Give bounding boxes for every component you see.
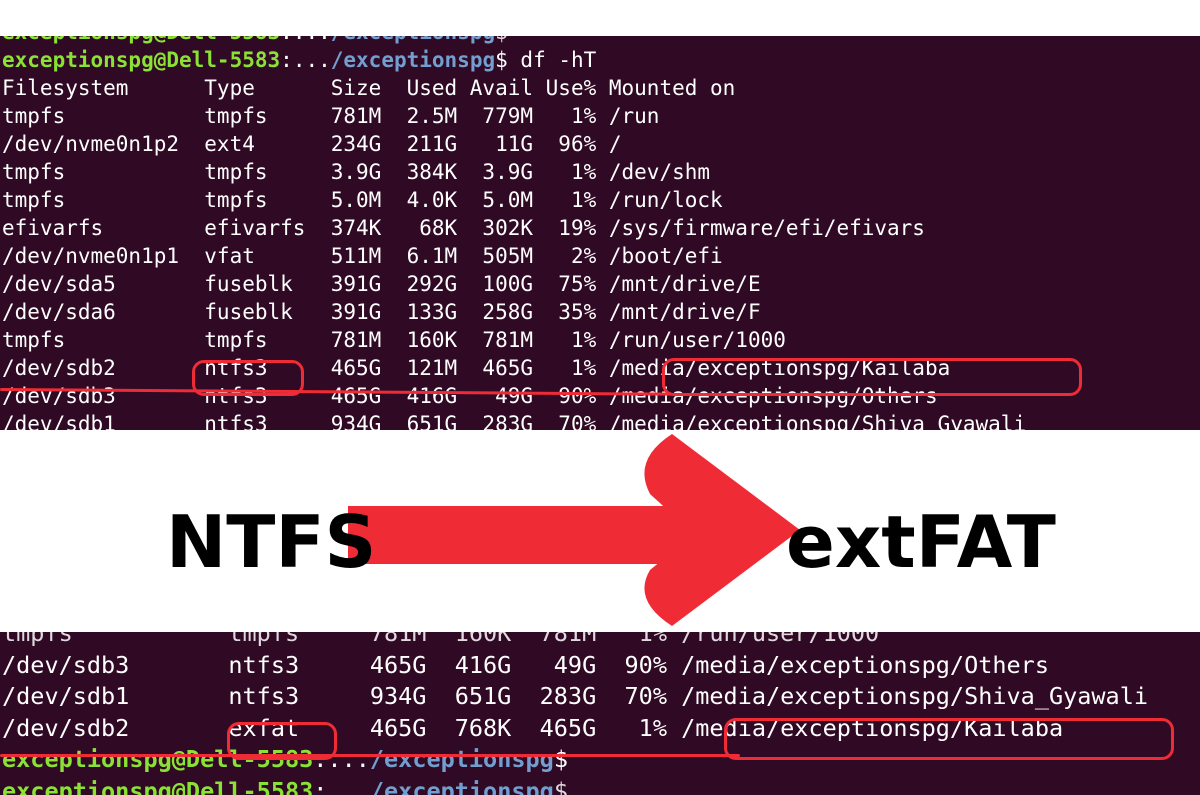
prompt-line-partial: exceptionspg@Dell-5583:.../exceptionspg$ [2,36,1026,46]
command-text: df -hT [507,48,597,72]
table-row: tmpfs tmpfs 5.0M 4.0K 5.0M 1% /run/lock [2,188,723,212]
prompt-path: /exceptionspg [369,745,554,773]
table-row: /dev/sdb3 ntfs3 465G 416G 49G 90% /media… [2,650,1049,679]
table-row: /dev/sdb1 ntfs3 934G 651G 283G 70% /medi… [2,412,1027,430]
mount-highlight-ring-top [662,358,1082,396]
prompt-symbol: $ [495,48,508,72]
table-row: tmpfs tmpfs 3.9G 384K 3.9G 1% /dev/shm [2,160,711,184]
table-row-partial: tmpfs tmpfs 781M 160K 781M 1% /run/user/… [2,632,880,647]
prompt-ellipsis: ... [292,48,331,72]
terminal-bottom: tmpfs tmpfs 781M 160K 781M 1% /run/user/… [0,632,1200,795]
terminal-bottom-content: tmpfs tmpfs 781M 160K 781M 1% /run/user/… [2,632,1148,795]
row-underline-bottom [0,754,740,757]
prompt-symbol: $ [553,745,568,773]
prompt-user: exceptionspg@Dell-5583 [2,48,281,72]
table-row: tmpfs tmpfs 781M 160K 781M 1% /run/user/… [2,328,786,352]
table-row: /dev/sdb1 ntfs3 934G 651G 283G 70% /medi… [2,682,1149,710]
table-row: /dev/sda5 fuseblk 391G 292G 100G 75% /mn… [2,272,761,296]
table-row: /dev/nvme0n1p2 ext4 234G 211G 11G 96% / [2,132,622,156]
prompt-line-partial: exceptionspg@Dell-5583:.../exceptionspg$ [2,776,568,795]
command-line: exceptionspg@Dell-5583:.../exceptionspg$… [2,48,597,72]
table-row: tmpfs tmpfs 781M 2.5M 779M 1% /run [2,104,660,128]
mount-highlight-ring-bottom [724,718,1174,760]
table-row: /dev/sda6 fuseblk 391G 133G 258G 35% /mn… [2,300,761,324]
table-header: Filesystem Type Size Used Avail Use% Mou… [2,76,736,100]
banner-to-label: extFAT [786,500,1056,584]
prompt-path: /exceptionspg [330,48,496,72]
arrow-shaft [348,506,708,564]
banner-from-label: NTFS [166,500,377,584]
table-row: /dev/nvme0n1p1 vfat 511M 6.1M 505M 2% /b… [2,244,723,268]
table-row: efivarfs efivarfs 374K 68K 302K 19% /sys… [2,216,925,240]
